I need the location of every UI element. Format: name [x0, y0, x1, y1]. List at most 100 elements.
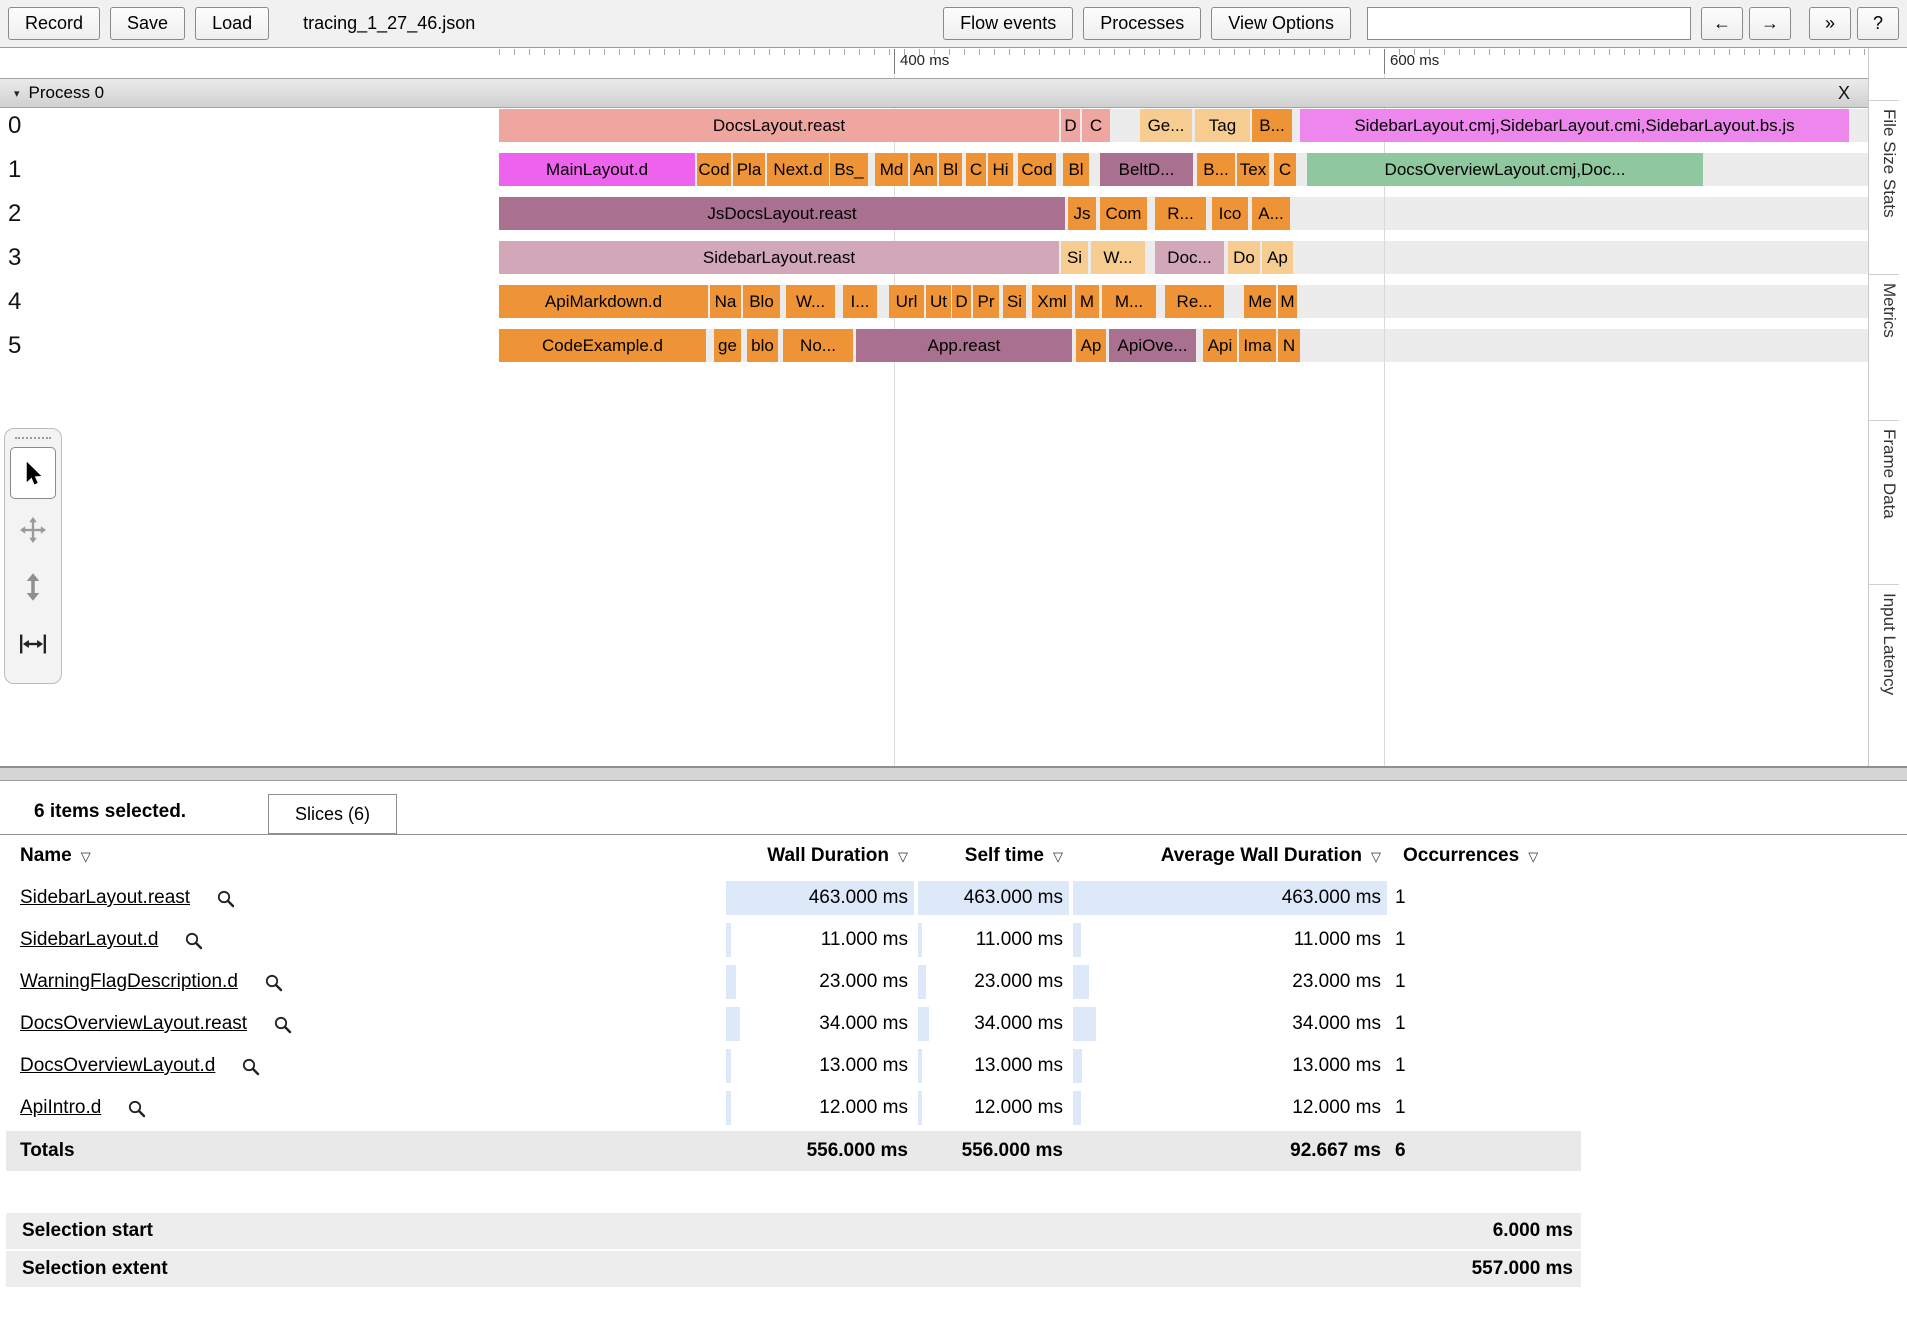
trace-slice[interactable]: W...	[786, 285, 835, 318]
trace-slice[interactable]: Js	[1068, 197, 1096, 230]
trace-slice[interactable]: C	[966, 153, 986, 186]
trace-slice[interactable]: D	[1061, 109, 1080, 142]
view-options-button[interactable]: View Options	[1211, 7, 1351, 40]
slices-tab[interactable]: Slices (6)	[268, 794, 398, 834]
trace-slice[interactable]: Bl	[939, 153, 962, 186]
trace-slice[interactable]: Cod	[1018, 153, 1056, 186]
processes-button[interactable]: Processes	[1083, 7, 1202, 40]
trace-slice[interactable]: Do	[1228, 241, 1260, 274]
trace-slice[interactable]: Doc...	[1155, 241, 1224, 274]
trace-slice[interactable]: Bl	[1063, 153, 1089, 186]
trace-slice[interactable]: Bs_	[830, 153, 868, 186]
zoom-tool-button[interactable]	[10, 561, 56, 613]
column-header-self-time[interactable]: Self time ▽	[916, 845, 1071, 867]
trace-slice[interactable]: App.reast	[856, 329, 1072, 362]
trace-slice[interactable]: Ap	[1262, 241, 1293, 274]
magnifier-icon[interactable]	[264, 973, 283, 992]
trace-slice[interactable]: JsDocsLayout.reast	[499, 197, 1065, 230]
trace-slice[interactable]: Ut	[926, 285, 951, 318]
trace-slice[interactable]: Re...	[1165, 285, 1224, 318]
trace-slice[interactable]: Me	[1244, 285, 1276, 318]
flow-events-button[interactable]: Flow events	[943, 7, 1074, 40]
side-tab-input-latency[interactable]: Input Latency	[1869, 584, 1899, 766]
trace-slice[interactable]: Next.d	[767, 153, 829, 186]
trace-slice[interactable]: Cod	[697, 153, 731, 186]
trace-slice[interactable]: An	[910, 153, 937, 186]
trace-slice[interactable]: SidebarLayout.cmj,SidebarLayout.cmi,Side…	[1300, 109, 1849, 142]
process-close-button[interactable]: X	[1834, 83, 1854, 104]
trace-slice[interactable]: M	[1278, 285, 1297, 318]
trace-slice[interactable]: No...	[783, 329, 853, 362]
trace-slice[interactable]: SidebarLayout.reast	[499, 241, 1059, 274]
column-header-average-wall-duration[interactable]: Average Wall Duration ▽	[1071, 845, 1389, 867]
magnifier-icon[interactable]	[273, 1015, 292, 1034]
magnifier-icon[interactable]	[127, 1099, 146, 1118]
trace-slice[interactable]: C	[1082, 109, 1110, 142]
selection-tool-button[interactable]	[10, 447, 56, 499]
pan-tool-button[interactable]	[10, 504, 56, 556]
trace-slice[interactable]: BeltD...	[1100, 153, 1193, 186]
trace-slice[interactable]: Si	[1003, 285, 1026, 318]
slice-name-link[interactable]: SidebarLayout.d	[20, 929, 158, 951]
slice-name-link[interactable]: WarningFlagDescription.d	[20, 971, 238, 993]
trace-slice[interactable]: CodeExample.d	[499, 329, 706, 362]
slice-name-link[interactable]: DocsOverviewLayout.d	[20, 1055, 215, 1077]
trace-slice[interactable]: Api	[1203, 329, 1237, 362]
record-button[interactable]: Record	[8, 7, 101, 40]
load-button[interactable]: Load	[195, 7, 270, 40]
trace-slice[interactable]: Pr	[973, 285, 999, 318]
column-header-wall-duration[interactable]: Wall Duration ▽	[724, 845, 916, 867]
trace-slice[interactable]: blo	[747, 329, 778, 362]
trace-slice[interactable]: M...	[1102, 285, 1156, 318]
trace-slice[interactable]: Na	[710, 285, 741, 318]
trace-slice[interactable]: Ap	[1076, 329, 1106, 362]
slice-name-link[interactable]: SidebarLayout.reast	[20, 887, 190, 909]
back-arrow-button[interactable]: ←	[1701, 7, 1743, 40]
trace-slice[interactable]: Ima	[1239, 329, 1276, 362]
trace-slice[interactable]: DocsOverviewLayout.cmj,Doc...	[1307, 153, 1703, 186]
collapse-triangle-icon[interactable]: ▾	[14, 87, 20, 100]
trace-slice[interactable]: N	[1278, 329, 1300, 362]
timeline-ruler[interactable]: 400 ms 600 ms	[499, 49, 1868, 74]
timing-tool-button[interactable]	[10, 618, 56, 670]
slice-name-link[interactable]: ApiIntro.d	[20, 1097, 101, 1119]
trace-slice[interactable]: Ge...	[1140, 109, 1192, 142]
trace-slice[interactable]: Xml	[1032, 285, 1072, 318]
trace-slice[interactable]: Ico	[1212, 197, 1248, 230]
chevron-double-button[interactable]: »	[1809, 7, 1851, 40]
column-header-occurrences[interactable]: Occurrences ▽	[1389, 845, 1581, 867]
panel-splitter[interactable]	[0, 766, 1907, 781]
trace-slice[interactable]: Com	[1100, 197, 1147, 230]
side-tab-file-size-stats[interactable]: File Size Stats	[1869, 100, 1899, 274]
trace-slice[interactable]: B...	[1197, 153, 1235, 186]
column-header-name[interactable]: Name ▽	[6, 845, 724, 867]
side-tab-metrics[interactable]: Metrics	[1869, 274, 1899, 420]
trace-slice[interactable]: M	[1075, 285, 1099, 318]
trace-slice[interactable]: ApiOve...	[1109, 329, 1196, 362]
trace-slice[interactable]: Md	[875, 153, 908, 186]
trace-slice[interactable]: Si	[1061, 241, 1088, 274]
trace-slice[interactable]: Tex	[1237, 153, 1269, 186]
search-input[interactable]	[1367, 7, 1691, 40]
trace-slice[interactable]: DocsLayout.reast	[499, 109, 1059, 142]
trace-slice[interactable]: A...	[1252, 197, 1290, 230]
trace-slice[interactable]: Hi	[988, 153, 1013, 186]
trace-slice[interactable]: I...	[843, 285, 877, 318]
magnifier-icon[interactable]	[184, 931, 203, 950]
trace-slice[interactable]: R...	[1155, 197, 1206, 230]
help-button[interactable]: ?	[1857, 7, 1899, 40]
palette-grip-handle[interactable]	[15, 437, 51, 439]
save-button[interactable]: Save	[110, 7, 186, 40]
trace-slice[interactable]: C	[1274, 153, 1296, 186]
magnifier-icon[interactable]	[241, 1057, 260, 1076]
trace-slice[interactable]: Tag	[1195, 109, 1250, 142]
forward-arrow-button[interactable]: →	[1749, 7, 1791, 40]
trace-slice[interactable]: Blo	[743, 285, 780, 318]
trace-slice[interactable]: W...	[1091, 241, 1145, 274]
trace-slice[interactable]: ApiMarkdown.d	[499, 285, 708, 318]
trace-slice[interactable]: MainLayout.d	[499, 153, 695, 186]
trace-slice[interactable]: B...	[1252, 109, 1292, 142]
trace-slice[interactable]: Url	[889, 285, 924, 318]
magnifier-icon[interactable]	[216, 889, 235, 908]
trace-slice[interactable]: ge	[714, 329, 741, 362]
